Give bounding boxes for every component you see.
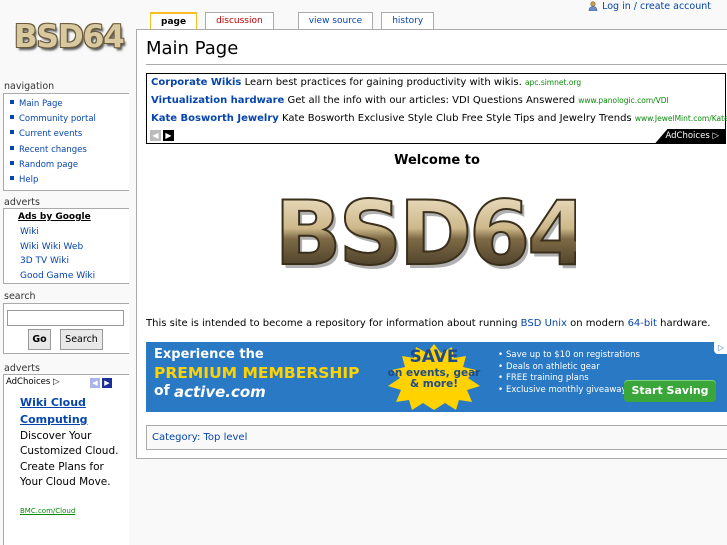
banner-bullet: FREE training plans	[498, 373, 640, 385]
text-ad[interactable]: Corporate Wikis Learn best practices for…	[151, 77, 581, 88]
banner-line1: Experience the	[154, 347, 264, 362]
banner-line2: PREMIUM MEMBERSHIP	[154, 364, 360, 382]
adchoices-badge[interactable]: AdChoices ▷	[655, 129, 725, 143]
ad-pager: ◀ ▶	[150, 130, 174, 141]
intro-text: This site is intended to become a reposi…	[146, 318, 521, 329]
intro-paragraph: This site is intended to become a reposi…	[146, 318, 710, 329]
sidebar-item-community-portal[interactable]: Community portal	[10, 112, 129, 127]
tab-view-source[interactable]: view source	[297, 12, 374, 30]
adchoices-label: AdChoices	[665, 131, 710, 141]
sidebar-item-current-events[interactable]: Current events	[10, 127, 129, 142]
ad-link-3d-tv-wiki[interactable]: 3D TV Wiki	[4, 254, 129, 269]
bsd64-logo: BSD64 BSD64	[280, 181, 576, 280]
unix-link[interactable]: Unix	[545, 318, 567, 329]
sidebar-item-help[interactable]: Help	[10, 173, 129, 188]
tab-page[interactable]: page	[150, 12, 198, 30]
adchoices-icon[interactable]: ▷	[714, 342, 727, 354]
adverts-heading: adverts	[4, 197, 40, 208]
welcome-heading: Welcome to	[394, 153, 480, 168]
banner-brand: active.com	[174, 383, 266, 401]
adverts-heading-2: adverts	[4, 363, 40, 374]
text-ad-url[interactable]: apc.simnet.org	[525, 78, 581, 87]
tab-discussion[interactable]: discussion	[205, 12, 274, 30]
bsd-link[interactable]: BSD	[521, 318, 542, 329]
banner-save-sub: on events, gear & more!	[387, 367, 481, 390]
category-links: Category: Top level	[146, 425, 727, 450]
user-icon	[588, 1, 598, 11]
banner-bullet: Deals on athletic gear	[498, 362, 640, 374]
sidebar-item-main-page[interactable]: Main Page	[10, 97, 129, 112]
adchoices-label: AdChoices	[6, 377, 51, 387]
intro-text: on modern	[566, 318, 628, 329]
sidebar-item-random-page[interactable]: Random page	[10, 158, 129, 173]
text-ad[interactable]: Kate Bosworth Jewelry Kate Bosworth Excl…	[151, 113, 727, 124]
ads-by-google-link[interactable]: Ads by Google	[4, 210, 129, 225]
search-input[interactable]	[7, 310, 124, 326]
tab-spacer	[282, 12, 290, 30]
chevron-left-icon[interactable]: ◀	[90, 378, 100, 388]
content-area: Main Page Corporate Wikis Learn best pra…	[136, 29, 727, 459]
chevron-right-icon[interactable]: ▶	[102, 378, 112, 388]
site-logo-text: BSD64	[14, 19, 125, 55]
ad-link-good-game-wiki[interactable]: Good Game Wiki	[4, 269, 129, 284]
page-title: Main Page	[146, 38, 239, 59]
tab-history[interactable]: history	[381, 12, 435, 30]
category-top-level-link[interactable]: Top level	[204, 432, 248, 443]
title-divider	[146, 64, 727, 65]
ad-link-wiki-wiki-web[interactable]: Wiki Wiki Web	[4, 240, 129, 255]
search-portlet: Go Search	[3, 303, 129, 354]
banner-bullets: Save up to $10 on registrations Deals on…	[498, 350, 640, 396]
navigation-portlet: Main Page Community portal Current event…	[3, 93, 129, 191]
adchoices-badge[interactable]: AdChoices ▷	[6, 377, 60, 387]
sidebar-ad-url[interactable]: BMC.com/Cloud	[20, 507, 75, 515]
adverts-portlet: Ads by Google Wiki Wiki Wiki Web 3D TV W…	[3, 208, 129, 284]
login-link[interactable]: Log in / create account	[602, 1, 711, 12]
adchoices-icon: ▷	[52, 377, 60, 387]
search-button[interactable]: Search	[60, 329, 103, 350]
adverts-portlet-2: AdChoices ▷ ◀ ▶ Wiki Cloud Computing Dis…	[3, 374, 129, 545]
text-ad-title[interactable]: Kate Bosworth Jewelry	[151, 113, 279, 124]
navigation-heading: navigation	[4, 81, 55, 92]
bsd64-logo-text: BSD64	[280, 182, 576, 280]
banner-save: SAVE	[409, 347, 459, 367]
sidebar-ad-body: Discover Your Customized Cloud. Create P…	[20, 430, 119, 489]
site-logo[interactable]: BSD64	[14, 14, 125, 64]
personal-tools: Log in / create account	[588, 0, 711, 12]
banner-bullet: Exclusive monthly giveaways	[498, 385, 640, 397]
text-ad-title[interactable]: Virtualization hardware	[151, 95, 284, 106]
go-button[interactable]: Go	[28, 329, 51, 350]
search-heading: search	[4, 291, 36, 302]
chevron-right-icon[interactable]: ▶	[163, 130, 174, 141]
text-ad-text: Kate Bosworth Exclusive Style Club Free …	[282, 113, 632, 124]
text-ad-text: Get all the info with our articles: VDI …	[287, 95, 576, 106]
text-ad[interactable]: Virtualization hardware Get all the info…	[151, 95, 669, 106]
active-banner-ad[interactable]: Experience the PREMIUM MEMBERSHIP of act…	[146, 342, 727, 412]
text-ad-url[interactable]: www.panologic.com/VDI	[578, 96, 668, 105]
text-ad-title[interactable]: Corporate Wikis	[151, 77, 241, 88]
adchoices-icon: ▷	[712, 131, 719, 141]
sidebar-ad-title[interactable]: Wiki Cloud Computing	[20, 394, 120, 428]
page-tabs: page discussion view source history	[150, 12, 435, 30]
text-ad-url[interactable]: www.JewelMint.com/Kate	[635, 114, 727, 123]
category-separator: :	[196, 432, 201, 443]
category-label-link[interactable]: Category	[152, 432, 197, 443]
sidebar-item-recent-changes[interactable]: Recent changes	[10, 143, 129, 158]
chevron-left-icon[interactable]: ◀	[150, 130, 161, 141]
banner-line3-prefix: of	[154, 383, 170, 399]
text-ads-box: Corporate Wikis Learn best practices for…	[146, 73, 727, 144]
start-saving-button[interactable]: Start Saving	[624, 380, 716, 402]
intro-text: hardware.	[656, 318, 711, 329]
banner-bullet: Save up to $10 on registrations	[498, 350, 640, 362]
ad-link-wiki[interactable]: Wiki	[4, 225, 129, 240]
text-ad-text: Learn best practices for gaining product…	[244, 77, 522, 88]
64bit-link[interactable]: 64-bit	[628, 318, 657, 329]
